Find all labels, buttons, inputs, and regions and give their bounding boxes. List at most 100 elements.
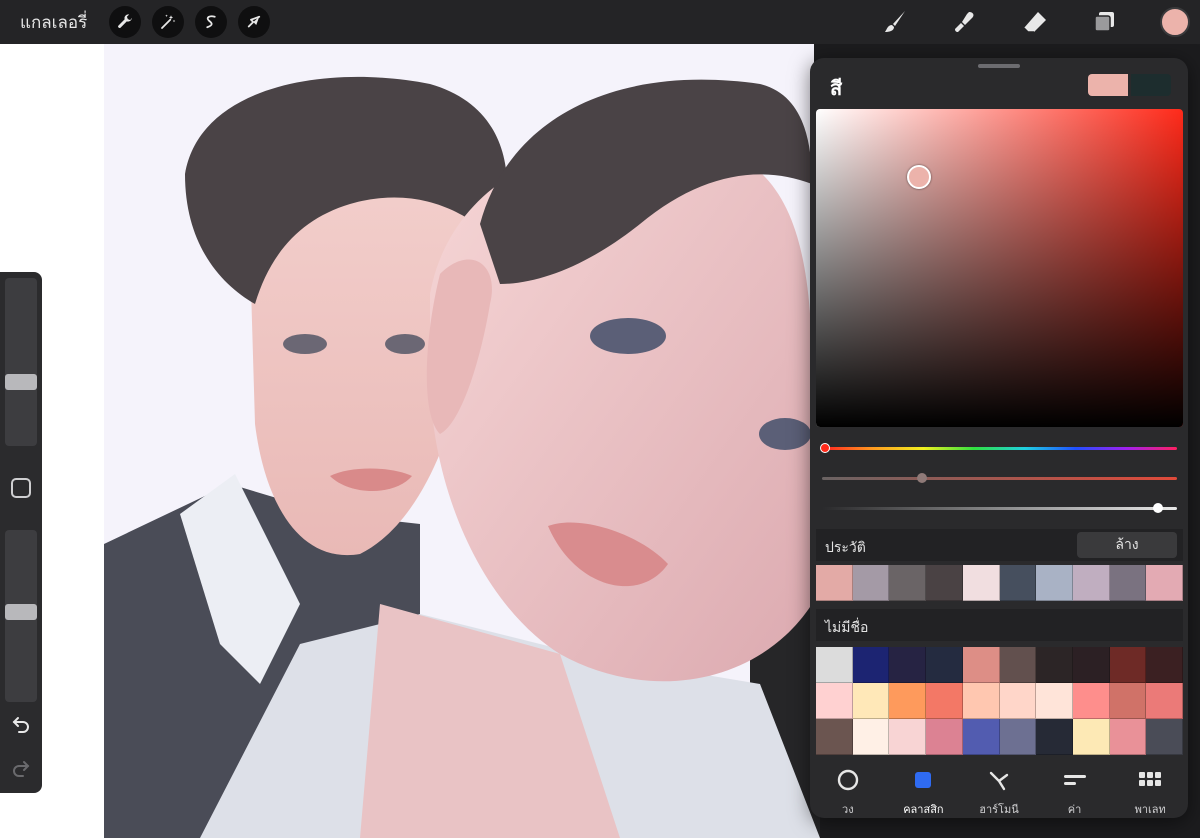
history-swatch[interactable] <box>816 565 853 601</box>
palette-swatch[interactable] <box>852 647 890 683</box>
palette-swatch[interactable] <box>1109 719 1147 755</box>
adjustments-button[interactable] <box>152 6 185 38</box>
palette-swatch[interactable] <box>926 683 963 719</box>
primary-color-swatch[interactable] <box>1088 74 1128 96</box>
saturation-thumb[interactable] <box>917 473 927 483</box>
hue-slider[interactable] <box>820 443 1177 453</box>
history-label: ประวัติ <box>825 540 866 556</box>
palette-swatch[interactable] <box>816 647 853 683</box>
redo-button[interactable] <box>10 757 32 779</box>
tab-label: วง <box>842 803 854 816</box>
tab-palettes[interactable]: พาเลท <box>1112 758 1188 818</box>
layers-button[interactable] <box>1090 7 1120 37</box>
top-toolbar: แกลเลอรี่ <box>0 0 1200 44</box>
transform-button[interactable] <box>238 6 271 38</box>
palette-swatch[interactable] <box>926 719 963 755</box>
undo-button[interactable] <box>10 713 32 735</box>
palette-swatch[interactable] <box>999 719 1037 755</box>
modify-button[interactable] <box>11 478 31 498</box>
palette-swatch[interactable] <box>1072 647 1110 683</box>
opacity-slider[interactable] <box>5 530 37 702</box>
actions-button[interactable] <box>109 6 142 38</box>
undo-icon <box>12 717 29 733</box>
palette-swatch[interactable] <box>1036 683 1073 719</box>
palette-swatch[interactable] <box>962 719 1000 755</box>
value-sliders-icon <box>1063 775 1086 785</box>
history-swatch[interactable] <box>1072 565 1110 601</box>
palette-swatch[interactable] <box>889 683 927 719</box>
clear-history-button[interactable]: ล้าง <box>1077 532 1177 558</box>
hue-thumb[interactable] <box>820 443 830 453</box>
palette-swatch[interactable] <box>962 647 1000 683</box>
palette-swatch[interactable] <box>1072 683 1110 719</box>
tab-label: ค่า <box>1067 803 1082 816</box>
history-swatch[interactable] <box>889 565 927 601</box>
palette-swatch[interactable] <box>1109 683 1147 719</box>
brush-tool[interactable] <box>880 7 910 37</box>
palette-row <box>816 683 1183 719</box>
current-color-button[interactable] <box>1160 7 1190 37</box>
secondary-color-swatch[interactable] <box>1131 74 1171 96</box>
classic-square-icon <box>915 772 932 788</box>
history-swatch[interactable] <box>852 565 890 601</box>
palette-swatch[interactable] <box>1036 647 1073 683</box>
transform-arrow-icon <box>248 15 261 28</box>
saturation-slider[interactable] <box>822 473 1177 483</box>
palette-swatch[interactable] <box>1072 719 1110 755</box>
selection-button[interactable] <box>195 6 228 38</box>
redo-icon <box>13 761 30 777</box>
history-swatches <box>816 565 1183 601</box>
painting-tools <box>880 0 1200 44</box>
palette-swatch[interactable] <box>889 647 927 683</box>
left-sidebar <box>0 272 42 793</box>
palette-row <box>816 647 1183 683</box>
palette-swatch[interactable] <box>1036 719 1073 755</box>
brush-size-slider[interactable] <box>5 278 37 446</box>
tab-value[interactable]: ค่า <box>1037 758 1113 818</box>
tab-classic[interactable]: คลาสสิก <box>886 758 962 818</box>
tab-harmony[interactable]: ฮาร์โมนี <box>961 758 1037 818</box>
palette-swatch[interactable] <box>1109 647 1147 683</box>
palette-name[interactable]: ไม่มีชื่อ <box>825 617 868 639</box>
palette-swatch[interactable] <box>889 719 927 755</box>
palette-swatch[interactable] <box>962 683 1000 719</box>
history-swatch[interactable] <box>962 565 1000 601</box>
palette-swatch[interactable] <box>999 647 1037 683</box>
harmony-icon <box>989 771 1009 791</box>
panel-grabber[interactable] <box>978 64 1020 68</box>
palette-swatch[interactable] <box>1146 683 1183 719</box>
eraser-tool[interactable] <box>1020 7 1050 37</box>
gallery-button[interactable]: แกลเลอรี่ <box>20 9 87 36</box>
wrench-icon <box>118 14 132 28</box>
history-swatch[interactable] <box>926 565 963 601</box>
brush-size-thumb[interactable] <box>5 374 37 390</box>
history-swatch[interactable] <box>1036 565 1073 601</box>
selection-s-icon <box>206 15 216 29</box>
tab-disc[interactable]: วง <box>810 758 886 818</box>
palette-swatch[interactable] <box>1146 647 1183 683</box>
brightness-slider[interactable] <box>822 503 1177 513</box>
palette-swatch[interactable] <box>852 719 890 755</box>
palette-swatch[interactable] <box>816 719 853 755</box>
palette-header: ไม่มีชื่อ <box>816 609 1183 641</box>
history-swatch[interactable] <box>999 565 1037 601</box>
smudge-tool[interactable] <box>950 7 980 37</box>
opacity-thumb[interactable] <box>5 604 37 620</box>
palette-swatch[interactable] <box>816 683 853 719</box>
palette-swatch[interactable] <box>926 647 963 683</box>
layers-icon <box>1094 12 1114 32</box>
palette-swatch[interactable] <box>1146 719 1183 755</box>
color-picker-handle[interactable] <box>907 165 931 189</box>
magic-wand-icon <box>161 14 176 29</box>
palette-row <box>816 719 1183 755</box>
brush-icon <box>885 11 905 32</box>
brightness-thumb[interactable] <box>1153 503 1163 513</box>
smudge-icon <box>955 12 974 32</box>
saturation-brightness-square[interactable] <box>816 109 1183 427</box>
eraser-icon <box>1023 12 1046 33</box>
palette-swatch[interactable] <box>999 683 1037 719</box>
history-swatch[interactable] <box>1146 565 1183 601</box>
palette-swatch[interactable] <box>852 683 890 719</box>
history-swatch[interactable] <box>1109 565 1147 601</box>
panel-title: สี <box>830 76 843 100</box>
